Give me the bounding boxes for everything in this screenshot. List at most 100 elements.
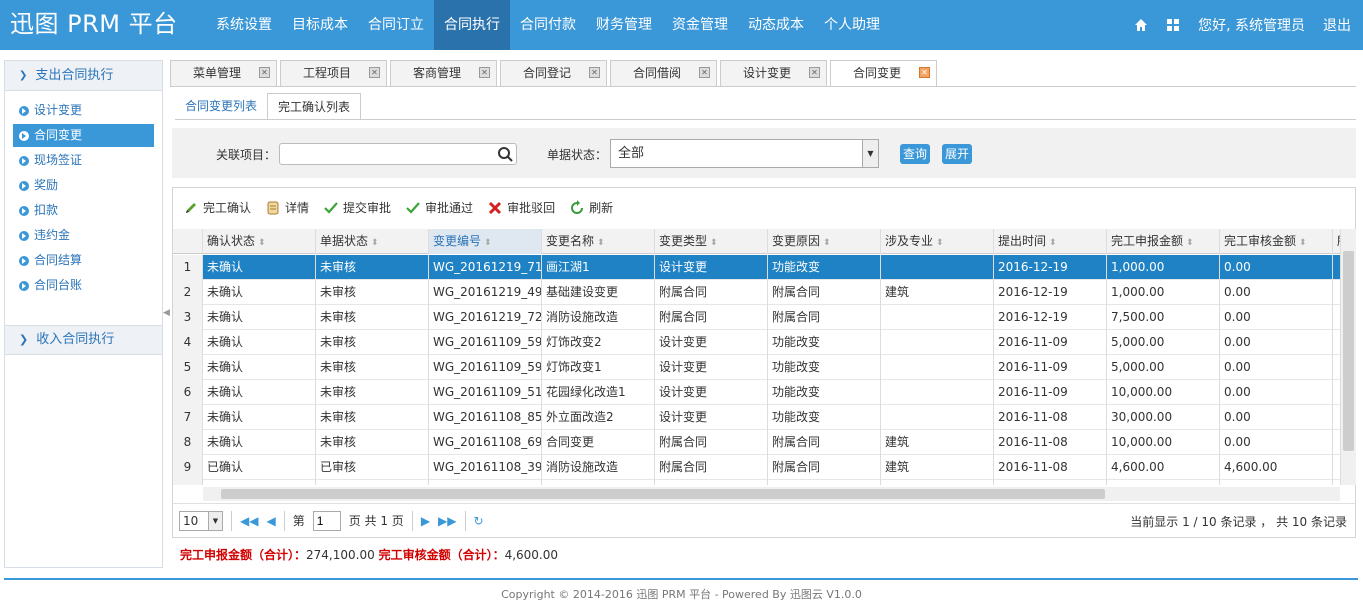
main-tab[interactable]: 设计变更 ✕	[720, 60, 827, 86]
close-icon[interactable]: ✕	[259, 67, 270, 78]
column-header[interactable]: 单据状态 ⬍	[316, 229, 429, 254]
table-cell: 合同变更	[542, 430, 655, 455]
top-nav-item[interactable]: 目标成本	[282, 0, 358, 50]
complete-confirm-button[interactable]: 完工确认	[183, 199, 251, 216]
top-nav-item[interactable]: 资金管理	[662, 0, 738, 50]
column-header[interactable]: 提出时间 ⬍	[994, 229, 1107, 254]
close-icon[interactable]: ✕	[699, 67, 710, 78]
page-number-input[interactable]	[312, 510, 341, 531]
sidebar-group-expense[interactable]: ❯ 支出合同执行	[5, 61, 162, 91]
project-input[interactable]	[279, 143, 517, 165]
expand-button[interactable]: 展开	[942, 144, 973, 164]
reject-button[interactable]: 审批驳回	[487, 199, 555, 216]
horizontal-scrollbar[interactable]	[203, 487, 1340, 501]
column-header[interactable]: 所属	[1333, 229, 1340, 254]
table-cell: 2016-11-08	[994, 455, 1107, 480]
page-prefix: 第	[292, 514, 305, 528]
reload-icon[interactable]: ↻	[474, 514, 484, 528]
close-icon[interactable]: ✕	[479, 67, 490, 78]
page-size-select[interactable]: 10 ▼	[179, 510, 223, 531]
main-tab[interactable]: 合同登记 ✕	[500, 60, 607, 86]
main-tab[interactable]: 合同借阅 ✕	[610, 60, 717, 86]
top-nav-item[interactable]: 个人助理	[814, 0, 890, 50]
table-row[interactable]: 2 未确认 未审核 WG_20161219_494 基础建设变更 附属合同 附属合同 建筑 20…	[173, 280, 1340, 305]
table-cell: 已审核	[316, 455, 429, 480]
top-nav-item[interactable]: 合同付款	[510, 0, 586, 50]
refresh-button[interactable]: 刷新	[569, 199, 613, 216]
vertical-scrollbar[interactable]	[1340, 229, 1356, 485]
column-header[interactable]: 涉及专业 ⬍	[881, 229, 994, 254]
sub-tab[interactable]: 合同变更列表	[175, 93, 267, 120]
column-header[interactable]: 确认状态 ⬍	[203, 229, 316, 254]
table-row[interactable]: 7 未确认 未审核 WG_20161108_851 外立面改造2 设计变更 功能改变 2016…	[173, 405, 1340, 430]
table-row[interactable]: 9 已确认 已审核 WG_20161108_397 消防设施改造 附属合同 附属合同 建筑 20…	[173, 455, 1340, 480]
sidebar-item[interactable]: 合同台账	[13, 274, 154, 297]
home-icon[interactable]	[1134, 18, 1148, 32]
column-header[interactable]: 变更名称 ⬍	[542, 229, 655, 254]
sidebar-item[interactable]: 合同变更	[13, 124, 154, 147]
toolbar-label: 审批驳回	[507, 201, 556, 215]
scroll-thumb[interactable]	[221, 489, 1105, 499]
table-cell: 功能改变	[768, 405, 881, 430]
search-icon[interactable]	[494, 144, 516, 164]
sub-tab[interactable]: 完工确认列表	[267, 93, 362, 120]
sidebar-item[interactable]: 设计变更	[13, 99, 154, 122]
sort-icon: ⬍	[823, 238, 831, 248]
grid-icon[interactable]	[1166, 18, 1180, 32]
main-tab[interactable]: 工程项目 ✕	[280, 60, 387, 86]
status-select[interactable]: 全部 ▼	[610, 139, 879, 168]
column-header[interactable]: 完工审核金额 ⬍	[1220, 229, 1333, 254]
close-icon[interactable]: ✕	[809, 67, 820, 78]
prev-page-icon[interactable]: ◀	[266, 514, 275, 528]
column-header-label: 变更编号	[433, 234, 482, 248]
table-row[interactable]: 4 未确认 未审核 WG_20161109_599 灯饰改变2 设计变更 功能改变 2016-…	[173, 330, 1340, 355]
column-header[interactable]: 完工申报金额 ⬍	[1107, 229, 1220, 254]
first-page-icon[interactable]: ◀◀	[240, 514, 258, 528]
top-nav-item[interactable]: 合同执行	[434, 0, 510, 50]
approve-button[interactable]: 审批通过	[405, 199, 473, 216]
main-tab[interactable]: 合同变更 ✕	[830, 60, 937, 87]
main-tab[interactable]: 菜单管理 ✕	[170, 60, 277, 86]
table-row[interactable]: 8 未确认 未审核 WG_20161108_692 合同变更 附属合同 附属合同 建筑 2016…	[173, 430, 1340, 455]
sidebar-group-income[interactable]: ❯ 收入合同执行	[5, 325, 162, 355]
table-cell: WG_20161108_692	[429, 430, 542, 455]
top-nav-item[interactable]: 动态成本	[738, 0, 814, 50]
column-header[interactable]: 变更类型 ⬍	[655, 229, 768, 254]
main-tab[interactable]: 客商管理 ✕	[390, 60, 497, 86]
logout-link[interactable]: 退出	[1323, 15, 1351, 35]
table-row[interactable]: 1 未确认 未审核 WG_20161219_718 画江湖1 设计变更 功能改变 2016-1…	[173, 255, 1340, 280]
top-nav-item[interactable]: 财务管理	[586, 0, 662, 50]
table-row[interactable]: 3 未确认 未审核 WG_20161219_720 消防设施改造 附属合同 附属合同 2016…	[173, 305, 1340, 330]
table-row[interactable]: 6 未确认 未审核 WG_20161109_514 花园绿化改造1 设计变更 功能改变 201…	[173, 380, 1340, 405]
next-page-icon[interactable]: ▶	[421, 514, 430, 528]
table-row[interactable]: 10	[173, 480, 1340, 485]
sidebar-item[interactable]: 现场签证	[13, 149, 154, 172]
collapse-left-icon[interactable]: ◀	[163, 300, 171, 326]
submit-approval-button[interactable]: 提交审批	[323, 199, 391, 216]
table-cell: 7,500.00	[1107, 305, 1220, 330]
close-icon[interactable]: ✕	[589, 67, 600, 78]
row-number: 6	[173, 380, 203, 405]
sidebar-item[interactable]: 违约金	[13, 224, 154, 247]
row-number: 9	[173, 455, 203, 480]
column-header[interactable]: 变更编号 ⬍	[429, 229, 542, 254]
detail-button[interactable]: 详情	[265, 199, 309, 216]
table-cell: WG_20161109_599	[429, 330, 542, 355]
sidebar-item[interactable]: 扣款	[13, 199, 154, 222]
query-button[interactable]: 查询	[900, 144, 931, 164]
close-icon[interactable]: ✕	[369, 67, 380, 78]
top-nav-item[interactable]: 合同订立	[358, 0, 434, 50]
last-page-icon[interactable]: ▶▶	[438, 514, 456, 528]
user-greeting[interactable]: 您好, 系统管理员	[1198, 15, 1305, 35]
close-icon[interactable]: ✕	[919, 67, 930, 78]
sidebar-item[interactable]: 奖励	[13, 174, 154, 197]
declare-total-label: 完工申报金额（合计）：	[180, 548, 307, 562]
table-cell: 建筑	[881, 280, 994, 305]
column-header[interactable]: 变更原因 ⬍	[768, 229, 881, 254]
scroll-thumb[interactable]	[1343, 251, 1354, 451]
top-nav-item[interactable]: 系统设置	[206, 0, 282, 50]
table-cell: 未审核	[316, 305, 429, 330]
sidebar-item[interactable]: 合同结算	[13, 249, 154, 272]
table-row[interactable]: 5 未确认 未审核 WG_20161109_599 灯饰改变1 设计变更 功能改变 2016-…	[173, 355, 1340, 380]
toolbar-label: 刷新	[589, 201, 614, 215]
